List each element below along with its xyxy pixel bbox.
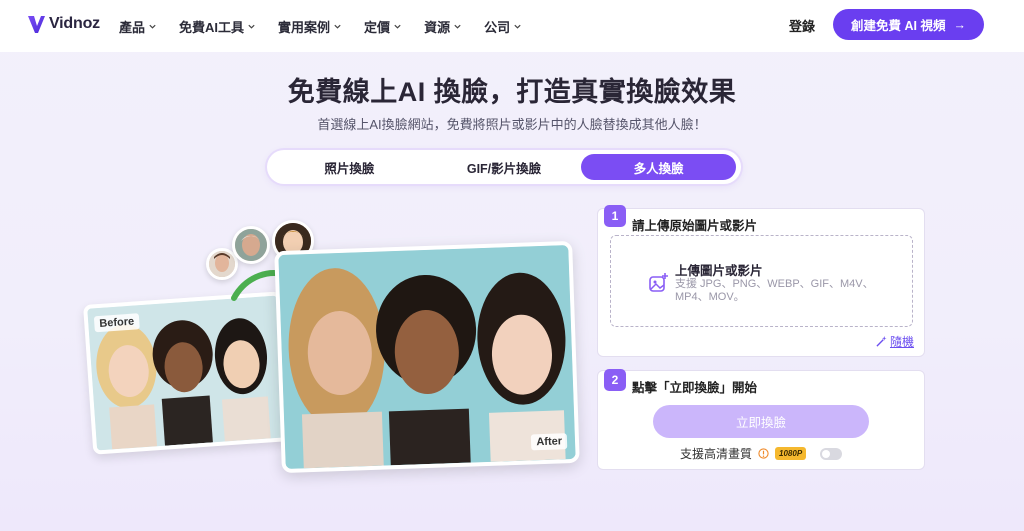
chevron-down-icon bbox=[394, 24, 401, 29]
menu-item-pricing[interactable]: 定價 bbox=[364, 17, 402, 36]
cta-label: 創建免費 AI 視頻 bbox=[851, 19, 946, 33]
after-label: After bbox=[531, 433, 568, 451]
hd-toggle[interactable] bbox=[820, 447, 843, 460]
step-title: 請上傳原始圖片或影片 bbox=[632, 219, 758, 233]
menu-item-products[interactable]: 產品 bbox=[119, 17, 157, 36]
face-image bbox=[209, 251, 235, 277]
random-label: 隨機 bbox=[889, 335, 914, 349]
top-nav: Vidnoz 產品 免費AI工具 實用案例 定價 資源 公司 登錄 創建免費 A… bbox=[0, 0, 1024, 52]
info-icon[interactable] bbox=[758, 448, 769, 459]
random-sample-link[interactable]: 隨機 bbox=[876, 333, 914, 350]
chevron-down-icon bbox=[334, 24, 341, 29]
supported-formats: 支援 JPG、PNG、WEBP、GIF、M4V、MP4、MOV。 bbox=[675, 278, 874, 303]
image-upload-icon bbox=[649, 273, 668, 292]
create-free-video-button[interactable]: 創建免費 AI 視頻 → bbox=[833, 9, 984, 40]
tab-photo-swap[interactable]: 照片換臉 bbox=[272, 154, 427, 180]
menu-item-free-ai-tools[interactable]: 免費AI工具 bbox=[179, 17, 256, 36]
page-title: 免費線上AI 換臉，打造真實換臉效果 bbox=[287, 77, 737, 107]
step-title: 點擊「立即換臉」開始 bbox=[632, 381, 758, 395]
tab-gif-video-swap[interactable]: GIF/影片換臉 bbox=[427, 154, 582, 180]
source-face-avatar-2 bbox=[232, 226, 270, 264]
menu-item-resources[interactable]: 資源 bbox=[424, 17, 462, 36]
chevron-down-icon bbox=[149, 24, 156, 29]
page-subtitle: 首選線上AI換臉網站，免費將照片或影片中的人臉替換成其他人臉！ bbox=[317, 117, 707, 132]
menu-item-label: 免費AI工具 bbox=[179, 19, 245, 35]
before-photo: Before bbox=[83, 291, 291, 455]
arrow-right-icon: → bbox=[953, 17, 966, 32]
menu-item-label: 產品 bbox=[119, 19, 146, 35]
mode-tabs: 照片換臉 GIF/影片換臉 多人換臉 bbox=[267, 150, 741, 184]
face-image bbox=[235, 229, 267, 261]
chevron-down-icon bbox=[248, 24, 255, 29]
face-swap-illustration: Before After bbox=[83, 218, 581, 474]
vidnoz-logo-icon bbox=[28, 16, 45, 33]
upload-dropzone[interactable]: 上傳圖片或影片 支援 JPG、PNG、WEBP、GIF、M4V、MP4、MOV。 bbox=[610, 235, 913, 327]
hd-label: 支援高清畫質 bbox=[680, 447, 753, 461]
after-photo: After bbox=[274, 240, 580, 474]
upload-title: 上傳圖片或影片 bbox=[675, 264, 763, 278]
step-number-badge: 2 bbox=[604, 369, 626, 391]
chevron-down-icon bbox=[514, 24, 521, 29]
menu-item-use-cases[interactable]: 實用案例 bbox=[278, 17, 342, 36]
tab-multi-face-swap[interactable]: 多人換臉 bbox=[581, 154, 737, 180]
chevron-down-icon bbox=[454, 24, 461, 29]
login-link[interactable]: 登錄 bbox=[789, 16, 815, 35]
magic-wand-icon bbox=[876, 336, 887, 347]
menu-item-label: 公司 bbox=[484, 19, 511, 35]
menu-item-label: 實用案例 bbox=[278, 19, 331, 35]
upload-card: 1 請上傳原始圖片或影片 上傳圖片或影片 支援 JPG、PNG、WEBP、GIF… bbox=[597, 205, 925, 357]
swap-now-button[interactable]: 立即換臉 bbox=[653, 405, 869, 438]
brand-name: Vidnoz bbox=[49, 15, 100, 32]
menu-item-label: 資源 bbox=[424, 19, 451, 35]
step-number-badge: 1 bbox=[604, 205, 626, 227]
hd-badge: 1080P bbox=[775, 447, 807, 460]
menu-item-label: 定價 bbox=[364, 19, 391, 35]
menu-item-company[interactable]: 公司 bbox=[484, 17, 522, 36]
swap-card: 2 點擊「立即換臉」開始 立即換臉 支援高清畫質 1080P bbox=[597, 369, 925, 470]
before-label: Before bbox=[93, 313, 140, 333]
main-menu: 產品 免費AI工具 實用案例 定價 資源 公司 bbox=[119, 0, 544, 52]
logo[interactable]: Vidnoz bbox=[26, 13, 100, 35]
hd-quality-row: 支援高清畫質 1080P bbox=[680, 445, 843, 462]
